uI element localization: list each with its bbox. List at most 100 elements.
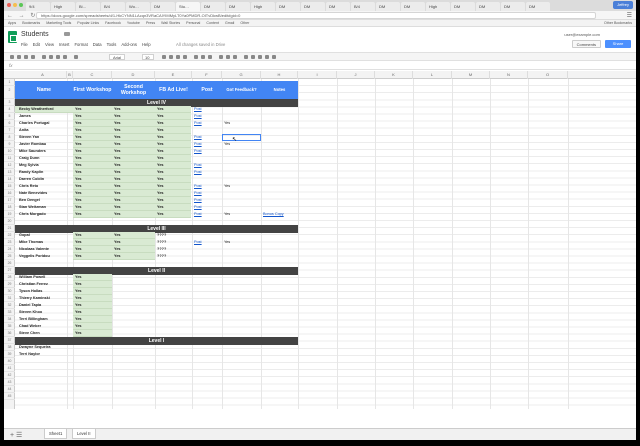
- browser-tab[interactable]: DM: [501, 2, 525, 11]
- cell-e[interactable]: Yes: [157, 127, 164, 134]
- post-link[interactable]: Post: [194, 148, 202, 155]
- menu-tools[interactable]: Tools: [107, 42, 117, 47]
- cell-d[interactable]: Yes: [114, 162, 121, 169]
- student-name[interactable]: Terri Billingham: [19, 316, 71, 323]
- bookmark-item[interactable]: Other: [240, 20, 249, 26]
- row-header[interactable]: 43: [4, 379, 15, 386]
- cell-d[interactable]: Yes: [114, 246, 121, 253]
- sheet-tab-1[interactable]: Sheet1: [44, 429, 68, 439]
- row-header[interactable]: 20: [4, 218, 15, 225]
- feedback-cell[interactable]: Yes: [224, 239, 230, 246]
- row-header[interactable]: 32: [4, 302, 15, 309]
- wrap-icon[interactable]: [233, 55, 237, 59]
- browser-tab[interactable]: DM: [376, 2, 400, 11]
- save-status[interactable]: All changes saved in Drive: [176, 42, 225, 47]
- post-link[interactable]: Post: [194, 204, 202, 211]
- row-header[interactable]: 19: [4, 211, 15, 218]
- selected-cell[interactable]: [222, 134, 261, 141]
- student-name[interactable]: Terri Naylor: [19, 351, 71, 358]
- row-header[interactable]: 16: [4, 190, 15, 197]
- bookmark-item[interactable]: Youtube: [127, 20, 140, 26]
- cell-c[interactable]: Yes: [75, 211, 82, 218]
- cell-e[interactable]: ????: [157, 246, 166, 253]
- chart-icon[interactable]: [258, 55, 262, 59]
- row-header[interactable]: 12: [4, 162, 15, 169]
- italic-icon[interactable]: [169, 55, 173, 59]
- cell-d[interactable]: Yes: [114, 134, 121, 141]
- cell-c[interactable]: Yes: [75, 190, 82, 197]
- font-select[interactable]: Arial: [109, 54, 126, 60]
- formula-bar[interactable]: fx: [4, 62, 636, 70]
- student-name[interactable]: Daniel Tapia: [19, 302, 71, 309]
- font-size-select[interactable]: 10: [142, 54, 154, 60]
- maximize-window-icon[interactable]: [19, 3, 23, 7]
- cell-e[interactable]: Yes: [157, 148, 164, 155]
- menu-add-ons[interactable]: Add-ons: [121, 42, 137, 47]
- bookmark-item[interactable]: Wall Stories: [161, 20, 180, 26]
- row-header[interactable]: 24: [4, 246, 15, 253]
- borders-icon[interactable]: [201, 55, 205, 59]
- post-link[interactable]: Post: [194, 190, 202, 197]
- cell-e[interactable]: Yes: [157, 120, 164, 127]
- post-link[interactable]: Post: [194, 120, 202, 127]
- browser-tab[interactable]: DM: [276, 2, 300, 11]
- cell-c[interactable]: Yes: [75, 113, 82, 120]
- row-header[interactable]: 31: [4, 295, 15, 302]
- minimize-window-icon[interactable]: [13, 3, 17, 7]
- cell-e[interactable]: Yes: [157, 204, 164, 211]
- student-name[interactable]: Steven Khoo: [19, 309, 71, 316]
- cell-e[interactable]: Yes: [157, 183, 164, 190]
- row-header[interactable]: 26: [4, 260, 15, 267]
- bookmark-item[interactable]: Bookmarks: [22, 20, 40, 26]
- browser-tab[interactable]: DM: [476, 2, 500, 11]
- feedback-cell[interactable]: Yes: [224, 141, 230, 148]
- fill-color-icon[interactable]: [194, 55, 198, 59]
- browser-tab[interactable]: DM: [451, 2, 475, 11]
- post-link[interactable]: Post: [194, 197, 202, 204]
- column-header-k[interactable]: K: [375, 71, 413, 79]
- column-header-f[interactable]: F: [192, 71, 222, 79]
- cell-e[interactable]: Yes: [157, 211, 164, 218]
- comments-button[interactable]: Comments: [571, 40, 601, 48]
- browser-tab[interactable]: High: [251, 2, 275, 11]
- cell-d[interactable]: Yes: [114, 155, 121, 162]
- cell-c[interactable]: Yes: [75, 232, 82, 239]
- student-name[interactable]: Steve Chen: [19, 330, 71, 337]
- row-header[interactable]: 6: [4, 120, 15, 127]
- cell-e[interactable]: ????: [157, 232, 166, 239]
- cell-d[interactable]: Yes: [114, 190, 121, 197]
- strikethrough-icon[interactable]: [176, 55, 180, 59]
- row-header[interactable]: 22: [4, 232, 15, 239]
- cell-d[interactable]: Yes: [114, 253, 121, 260]
- post-link[interactable]: Post: [194, 211, 202, 218]
- cell-e[interactable]: Yes: [157, 162, 164, 169]
- browser-user-chip[interactable]: Jeffrey: [613, 1, 633, 9]
- menu-file[interactable]: File: [21, 42, 28, 47]
- cell-d[interactable]: Yes: [114, 106, 121, 113]
- browser-tab[interactable]: DM: [201, 2, 225, 11]
- browser-tab[interactable]: B/4: [101, 2, 125, 11]
- cell-d[interactable]: Yes: [114, 183, 121, 190]
- user-email[interactable]: user@example.com: [564, 32, 600, 37]
- row-header[interactable]: 9: [4, 141, 15, 148]
- column-header-g[interactable]: G: [222, 71, 261, 79]
- cell-grid[interactable]: Name First Workshop Second Workshop FB Ad L…: [15, 79, 636, 409]
- align-icon[interactable]: [219, 55, 223, 59]
- cell-c[interactable]: Yes: [75, 253, 82, 260]
- row-header[interactable]: 13: [4, 169, 15, 176]
- url-field[interactable]: https://docs.google.com/spreadsheets/d/1…: [36, 12, 596, 19]
- menu-edit[interactable]: Edit: [33, 42, 40, 47]
- row-header[interactable]: 5: [4, 113, 15, 120]
- menu-view[interactable]: View: [45, 42, 54, 47]
- cell-c[interactable]: Yes: [75, 169, 82, 176]
- browser-tab[interactable]: DM: [401, 2, 425, 11]
- student-name[interactable]: Thierry Kaminski: [19, 295, 71, 302]
- document-title[interactable]: Students: [21, 31, 49, 38]
- row-header[interactable]: 34: [4, 316, 15, 323]
- merge-cells-icon[interactable]: [208, 55, 212, 59]
- column-header-o[interactable]: O: [528, 71, 568, 79]
- more-formats-icon[interactable]: [74, 55, 78, 59]
- student-name[interactable]: Randy Kaplin: [19, 169, 71, 176]
- cell-c[interactable]: Yes: [75, 204, 82, 211]
- filter-icon[interactable]: [265, 55, 269, 59]
